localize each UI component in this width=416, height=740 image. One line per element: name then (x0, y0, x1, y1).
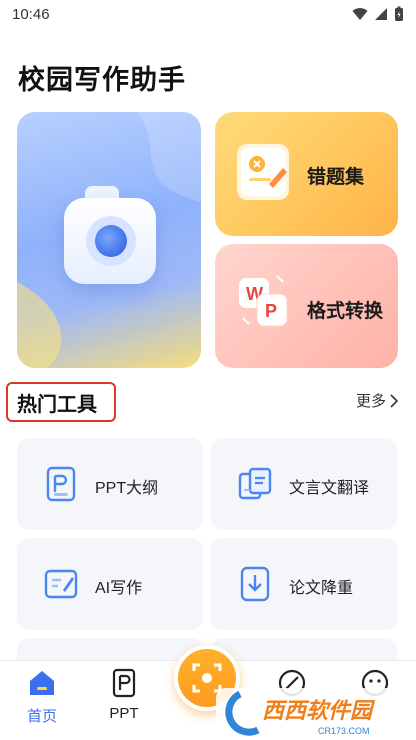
wifi-icon (352, 8, 368, 20)
tool-ai-writing[interactable]: AI写作 (17, 538, 203, 630)
tab-home[interactable]: 首页 (12, 664, 72, 726)
tool-label: AI写作 (95, 580, 143, 597)
more-label: 更多 (355, 393, 386, 410)
tab-ppt[interactable]: PPT (94, 664, 154, 722)
tool-classical-translate[interactable]: 文言文翻译 (211, 438, 397, 530)
chevron-right-icon (390, 393, 398, 408)
ai-write-icon (44, 569, 78, 599)
status-time: 10:46 (12, 6, 50, 23)
tool-label: PPT大纲 (95, 480, 159, 497)
watermark-icon: 西西软件园 CR173.COM (216, 688, 412, 738)
status-bar: 10:46 (0, 0, 416, 30)
tool-paper-dedup[interactable]: 论文降重 (211, 538, 397, 630)
svg-text:西西软件园: 西西软件园 (262, 698, 376, 723)
more-link[interactable]: 更多 (356, 390, 398, 411)
camera-capture-card[interactable] (17, 112, 201, 368)
svg-text:CR173.COM: CR173.COM (318, 726, 370, 736)
tool-label: 论文降重 (289, 580, 354, 597)
signal-icon (375, 8, 387, 20)
ppt-outline-icon (46, 466, 76, 502)
svg-text:P: P (265, 301, 277, 321)
mistake-book-icon (237, 144, 289, 200)
hot-tools-title: 热门工具 (17, 394, 97, 416)
page-title: 校园写作助手 (18, 65, 186, 95)
battery-icon (395, 6, 403, 21)
watermark-logo: 西西软件园 CR173.COM (214, 684, 414, 740)
format-convert-label: 格式转换 (307, 301, 384, 322)
tab-label: PPT (109, 705, 139, 722)
format-convert-icon: W P (239, 275, 288, 327)
translate-icon (238, 467, 272, 500)
tool-label: 文言文翻译 (289, 480, 370, 497)
download-doc-icon (240, 566, 270, 602)
home-icon (30, 671, 54, 695)
camera-lens (95, 225, 127, 257)
tab-label: 首页 (26, 708, 57, 725)
tool-ppt-outline[interactable]: PPT大纲 (17, 438, 203, 530)
status-icons (352, 6, 404, 22)
mistakes-label: 错题集 (307, 167, 365, 188)
ppt-icon (112, 668, 136, 698)
format-convert-card[interactable]: W P 格式转换 (215, 244, 398, 368)
mistakes-card[interactable]: 错题集 (215, 112, 398, 236)
